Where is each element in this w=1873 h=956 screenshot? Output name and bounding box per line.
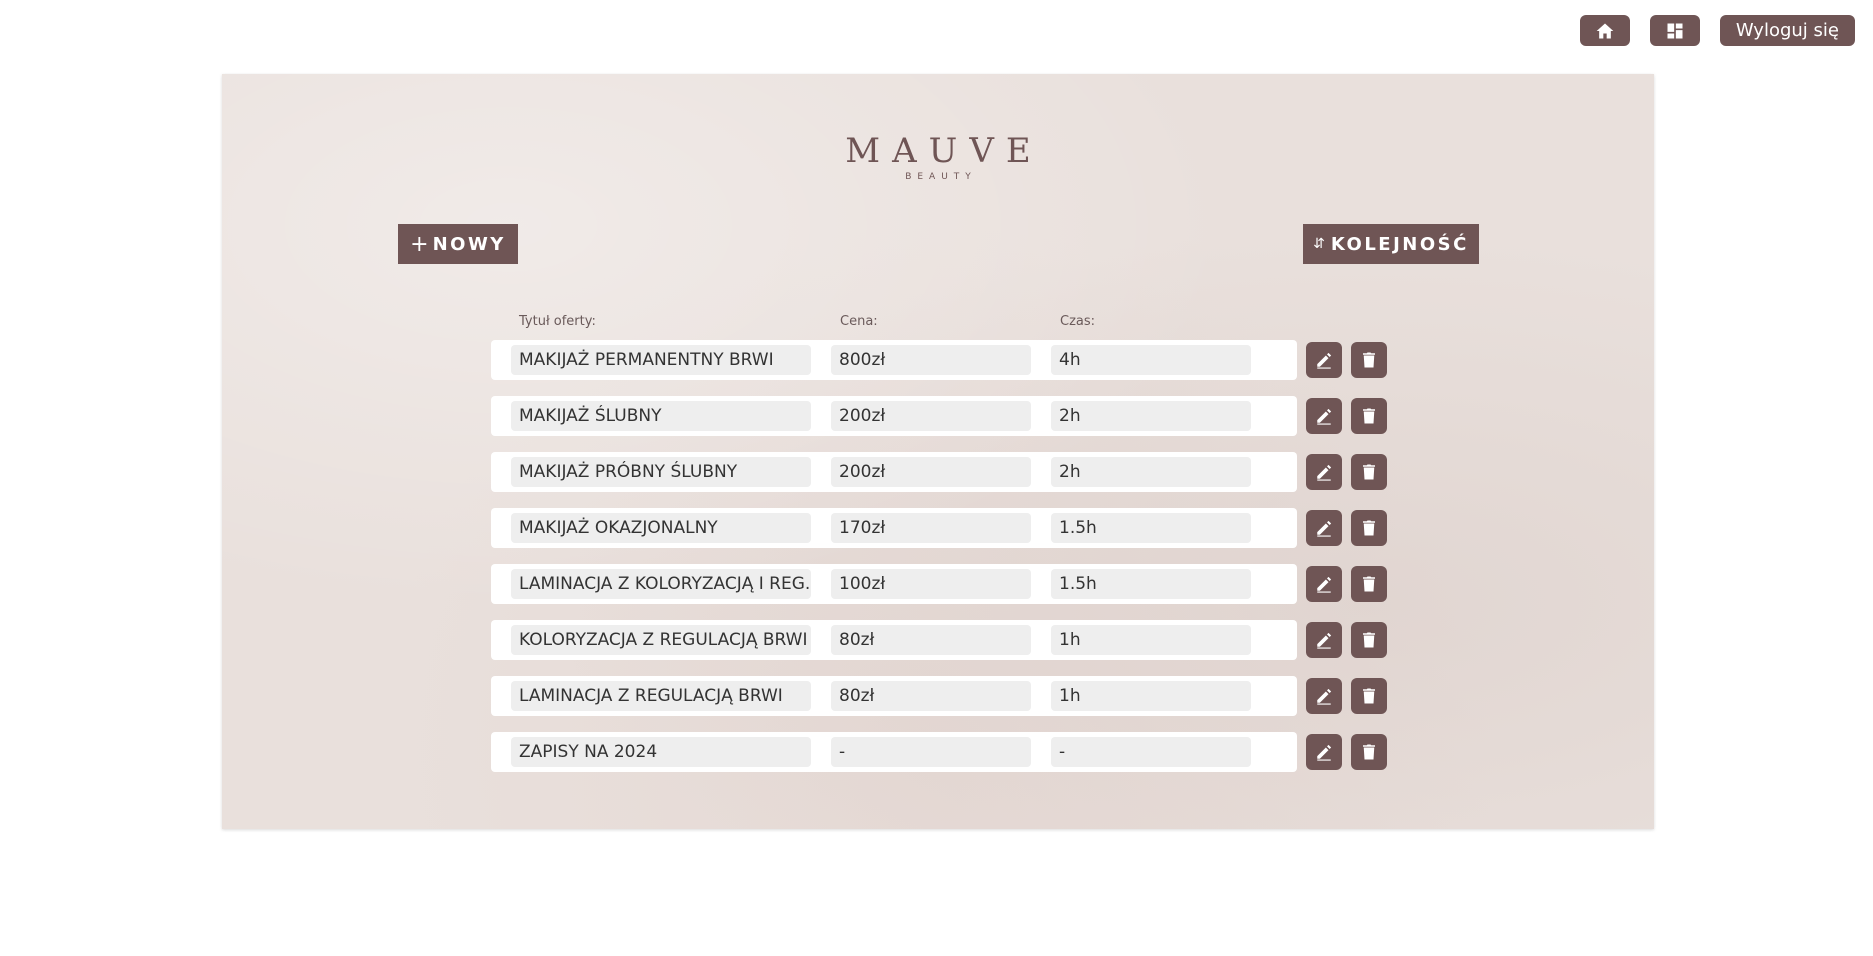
- trash-icon: [1363, 352, 1375, 368]
- offer-time-field[interactable]: 2h: [1051, 401, 1251, 431]
- offer-time-field[interactable]: 2h: [1051, 457, 1251, 487]
- offer-title-field[interactable]: LAMINACJA Z KOLORYZACJĄ I REG...: [511, 569, 811, 599]
- offer-row: LAMINACJA Z KOLORYZACJĄ I REG... 100zł 1…: [491, 564, 1391, 604]
- column-header-title: Tytuł oferty:: [519, 314, 596, 329]
- dashboard-icon: [1667, 23, 1683, 38]
- home-button[interactable]: [1579, 15, 1630, 46]
- delete-button[interactable]: [1351, 566, 1387, 602]
- offer-title-field[interactable]: KOLORYZACJA Z REGULACJĄ BRWI: [511, 625, 811, 655]
- trash-icon: [1363, 408, 1375, 424]
- new-offer-label: NOWY: [432, 233, 506, 255]
- delete-button[interactable]: [1351, 454, 1387, 490]
- plus-icon: +: [410, 231, 429, 257]
- offer-title-field[interactable]: MAKIJAŻ OKAZJONALNY: [511, 513, 811, 543]
- pencil-icon: [1317, 576, 1332, 593]
- reorder-label: KOLEJNOŚĆ: [1330, 233, 1469, 255]
- offer-title-field[interactable]: MAKIJAŻ PRÓBNY ŚLUBNY: [511, 457, 811, 487]
- top-navigation: Wyloguj się: [1579, 15, 1855, 46]
- trash-icon: [1363, 632, 1375, 648]
- edit-button[interactable]: [1306, 734, 1342, 770]
- offer-time-field[interactable]: 1h: [1051, 625, 1251, 655]
- offer-time-field[interactable]: -: [1051, 737, 1251, 767]
- logo-main-text: MAUVE: [845, 131, 1043, 171]
- offer-time-field[interactable]: 1.5h: [1051, 569, 1251, 599]
- reorder-button[interactable]: ⇵ KOLEJNOŚĆ: [1303, 224, 1479, 264]
- offers-list: MAKIJAŻ PERMANENTNY BRWI 800zł 4h MAKIJA…: [491, 340, 1391, 788]
- offer-row: KOLORYZACJA Z REGULACJĄ BRWI 80zł 1h: [491, 620, 1391, 660]
- pencil-icon: [1317, 408, 1332, 425]
- offer-time-field[interactable]: 1.5h: [1051, 513, 1251, 543]
- delete-button[interactable]: [1351, 398, 1387, 434]
- new-offer-button[interactable]: + NOWY: [398, 224, 518, 264]
- offer-price-field[interactable]: 800zł: [831, 345, 1031, 375]
- edit-button[interactable]: [1306, 454, 1342, 490]
- offer-price-field[interactable]: 80zł: [831, 681, 1031, 711]
- delete-button[interactable]: [1351, 622, 1387, 658]
- edit-button[interactable]: [1306, 398, 1342, 434]
- offer-row: MAKIJAŻ PERMANENTNY BRWI 800zł 4h: [491, 340, 1391, 380]
- offer-price-field[interactable]: 100zł: [831, 569, 1031, 599]
- offer-price-field[interactable]: -: [831, 737, 1031, 767]
- offer-price-field[interactable]: 200zł: [831, 401, 1031, 431]
- logo-sub-text: BEAUTY: [905, 172, 977, 182]
- delete-button[interactable]: [1351, 342, 1387, 378]
- delete-button[interactable]: [1351, 734, 1387, 770]
- offer-price-field[interactable]: 200zł: [831, 457, 1031, 487]
- offer-price-field[interactable]: 80zł: [831, 625, 1031, 655]
- sort-arrows-icon: ⇵: [1313, 236, 1325, 252]
- pencil-icon: [1317, 520, 1332, 537]
- offer-row: MAKIJAŻ OKAZJONALNY 170zł 1.5h: [491, 508, 1391, 548]
- offer-row: ZAPISY NA 2024 - -: [491, 732, 1391, 772]
- offer-row: MAKIJAŻ PRÓBNY ŚLUBNY 200zł 2h: [491, 452, 1391, 492]
- trash-icon: [1363, 576, 1375, 592]
- pencil-icon: [1317, 464, 1332, 481]
- edit-button[interactable]: [1306, 566, 1342, 602]
- edit-button[interactable]: [1306, 622, 1342, 658]
- brand-logo: MAUVE BEAUTY: [222, 134, 1654, 182]
- logout-button[interactable]: Wyloguj się: [1719, 15, 1855, 46]
- edit-button[interactable]: [1306, 510, 1342, 546]
- trash-icon: [1363, 688, 1375, 704]
- offer-time-field[interactable]: 4h: [1051, 345, 1251, 375]
- offer-row: LAMINACJA Z REGULACJĄ BRWI 80zł 1h: [491, 676, 1391, 716]
- main-panel: MAUVE BEAUTY + NOWY ⇵ KOLEJNOŚĆ Tytuł of…: [222, 74, 1654, 829]
- column-header-time: Czas:: [1060, 314, 1096, 329]
- offer-title-field[interactable]: ZAPISY NA 2024: [511, 737, 811, 767]
- pencil-icon: [1317, 688, 1332, 705]
- offer-title-field[interactable]: MAKIJAŻ PERMANENTNY BRWI: [511, 345, 811, 375]
- home-icon: [1596, 23, 1614, 38]
- delete-button[interactable]: [1351, 510, 1387, 546]
- pencil-icon: [1317, 352, 1332, 369]
- pencil-icon: [1317, 632, 1332, 649]
- edit-button[interactable]: [1306, 342, 1342, 378]
- edit-button[interactable]: [1306, 678, 1342, 714]
- offer-row: MAKIJAŻ ŚLUBNY 200zł 2h: [491, 396, 1391, 436]
- offer-title-field[interactable]: MAKIJAŻ ŚLUBNY: [511, 401, 811, 431]
- pencil-icon: [1317, 744, 1332, 761]
- trash-icon: [1363, 744, 1375, 760]
- trash-icon: [1363, 464, 1375, 480]
- delete-button[interactable]: [1351, 678, 1387, 714]
- trash-icon: [1363, 520, 1375, 536]
- offer-price-field[interactable]: 170zł: [831, 513, 1031, 543]
- column-header-price: Cena:: [840, 314, 878, 329]
- offer-title-field[interactable]: LAMINACJA Z REGULACJĄ BRWI: [511, 681, 811, 711]
- offer-time-field[interactable]: 1h: [1051, 681, 1251, 711]
- dashboard-button[interactable]: [1649, 15, 1700, 46]
